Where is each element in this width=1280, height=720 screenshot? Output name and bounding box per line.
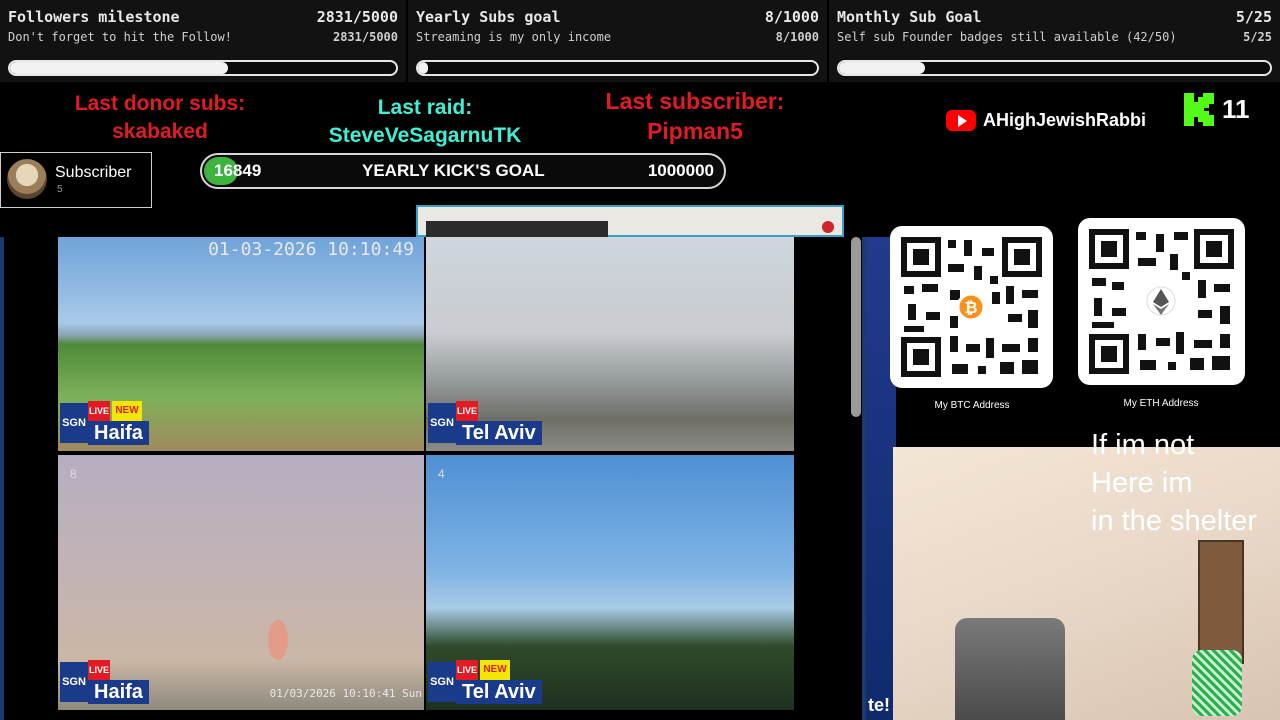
- live-badge: LIVE: [88, 660, 110, 680]
- goal-subvalue: 2831/5000: [332, 30, 398, 44]
- sgn-logo: SGN: [60, 403, 88, 443]
- live-badge: LIVE: [456, 660, 478, 680]
- eth-caption: My ETH Address: [1123, 398, 1199, 409]
- yearly-subs-goal-panel: Yearly Subs goal 8/1000 Streaming is my …: [408, 0, 827, 82]
- kick-count: 11: [1222, 94, 1250, 124]
- camera-number: 4: [438, 467, 445, 481]
- camera-feed-haifa-2: 8 01/03/2026 10:10:41 Sun SGN LIVE Haifa: [58, 455, 424, 710]
- sun-glow: [268, 620, 288, 660]
- subscriber-label: Subscriber: [55, 164, 132, 181]
- youtube-channel-name: AHighJewishRabbi: [983, 110, 1147, 130]
- last-raid-name: SteveVeSagarnuTK: [328, 124, 522, 147]
- goal-subvalue: 8/1000: [775, 30, 819, 44]
- goal-subtitle: Streaming is my only income: [416, 30, 612, 44]
- eth-qr-code: [1089, 229, 1234, 374]
- btc-qr-card: ₿: [890, 226, 1053, 388]
- goal-progress-fill: [839, 62, 926, 74]
- goal-progress-bar: [8, 60, 398, 76]
- goal-title: Yearly Subs goal: [416, 8, 561, 26]
- last-donor-label: Last donor subs:: [74, 92, 246, 115]
- camera-city: Haifa: [88, 680, 149, 704]
- map-pin-icon: [822, 221, 834, 233]
- subscriber-card: Subscriber 5: [0, 152, 152, 208]
- live-badge: LIVE: [456, 401, 478, 421]
- left-edge: [0, 237, 4, 720]
- goal-subvalue: 5/25: [1243, 30, 1272, 44]
- subscriber-count: 5: [57, 184, 63, 195]
- goal-progress-bar: [416, 60, 819, 76]
- last-raid-block: Last raid: SteveVeSagarnuTK: [300, 94, 550, 150]
- svg-text:₿: ₿: [964, 298, 977, 317]
- shelter-note: If im not Here im in the shelter: [1091, 429, 1258, 537]
- webcam-door: [1198, 540, 1244, 664]
- sgn-logo: SGN: [428, 403, 456, 443]
- last-donor-name: skabaked: [112, 120, 208, 143]
- camera-feed-tel-aviv-1: SGN LIVE Tel Aviv: [426, 237, 794, 451]
- last-subscriber-block: Last subscriber: Pipman5: [570, 86, 820, 146]
- sgn-logo: SGN: [60, 662, 88, 702]
- map-strip: [416, 205, 844, 239]
- last-raid-label: Last raid:: [377, 96, 473, 119]
- camera-city: Tel Aviv: [456, 421, 542, 445]
- yearly-kick-goal-bar: 16849 YEARLY KICK'S GOAL 1000000: [200, 153, 726, 189]
- goal-value: 2831/5000: [316, 8, 398, 26]
- feed-scrollbar[interactable]: [851, 237, 861, 417]
- kick-goal-label: YEARLY KICK'S GOAL: [362, 161, 545, 180]
- avatar: [7, 159, 47, 199]
- kick-goal-current: 16849: [214, 161, 262, 180]
- monthly-sub-goal-panel: Monthly Sub Goal 5/25 Self sub Founder b…: [829, 0, 1280, 82]
- goal-progress-fill: [10, 62, 229, 74]
- kick-goal-target: 1000000: [647, 161, 714, 180]
- camera-timestamp: 01/03/2026 10:10:41 Sun: [269, 687, 422, 700]
- eth-qr-card: [1078, 218, 1245, 385]
- new-badge: NEW: [112, 401, 142, 421]
- goal-subtitle: Don't forget to hit the Follow!: [8, 30, 232, 44]
- webcam-bin: [1192, 650, 1242, 716]
- goal-title: Monthly Sub Goal: [837, 8, 982, 26]
- side-panel-text: te!: [868, 695, 890, 715]
- camera-feed-tel-aviv-2: 4 SGN LIVE NEW Tel Aviv: [426, 455, 794, 710]
- youtube-icon: [946, 110, 976, 131]
- camera-feed-haifa-1: 01-03-2026 10:10:49 SGN LIVE NEW Haifa: [58, 237, 424, 451]
- goal-progress-bar: [837, 60, 1272, 76]
- last-subscriber-label: Last subscriber:: [605, 88, 785, 114]
- camera-number: 8: [70, 467, 77, 481]
- last-subscriber-name: Pipman5: [647, 118, 743, 144]
- live-badge: LIVE: [88, 401, 110, 421]
- goal-subtitle: Self sub Founder badges still available …: [837, 30, 1177, 44]
- kick-icon: [1184, 93, 1214, 126]
- goal-value: 5/25: [1235, 8, 1272, 26]
- last-donor-block: Last donor subs: skabaked: [40, 90, 280, 146]
- camera-timestamp: 01-03-2026 10:10:49: [208, 239, 414, 260]
- followers-goal-panel: Followers milestone 2831/5000 Don't forg…: [0, 0, 406, 82]
- new-badge: NEW: [480, 660, 510, 680]
- webcam-chair: [955, 618, 1065, 720]
- sgn-logo: SGN: [428, 662, 456, 702]
- btc-caption: My BTC Address: [934, 400, 1010, 411]
- camera-city: Haifa: [88, 421, 149, 445]
- goal-progress-fill: [418, 62, 428, 74]
- btc-qr-code: ₿: [901, 237, 1042, 377]
- goal-value: 8/1000: [764, 8, 819, 26]
- goal-title: Followers milestone: [8, 8, 180, 26]
- camera-city: Tel Aviv: [456, 680, 542, 704]
